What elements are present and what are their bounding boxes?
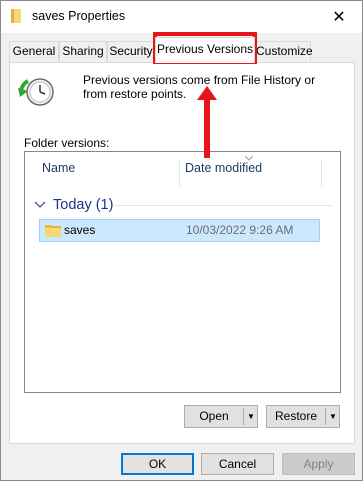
- up-arrow-annotation-icon: [197, 86, 217, 158]
- folder-versions-label: Folder versions:: [24, 136, 110, 150]
- tab-security[interactable]: Security: [107, 41, 155, 62]
- list-item[interactable]: saves 10/03/2022 9:26 AM: [39, 219, 320, 242]
- open-button-label: Open: [199, 409, 229, 423]
- close-button[interactable]: ✕: [316, 1, 362, 33]
- apply-button[interactable]: Apply: [282, 453, 355, 475]
- cancel-button-label: Cancel: [218, 457, 257, 471]
- tab-sharing[interactable]: Sharing: [59, 41, 107, 62]
- close-icon: ✕: [332, 9, 346, 26]
- item-date-modified: 10/03/2022 9:26 AM: [186, 223, 294, 237]
- title-bar: saves Properties ✕: [1, 1, 362, 33]
- dropdown-arrow-icon: ▼: [247, 412, 255, 421]
- column-divider[interactable]: [179, 160, 180, 187]
- restore-button-label: Restore: [274, 409, 318, 423]
- tab-label: Customize: [256, 44, 313, 58]
- properties-window: saves Properties ✕ General Sharing Secur…: [0, 0, 363, 481]
- group-divider: [115, 205, 333, 206]
- group-header-today[interactable]: Today (1): [33, 195, 113, 215]
- tab-label: Previous Versions: [156, 42, 254, 56]
- open-dropdown-button[interactable]: ▼: [244, 406, 258, 427]
- column-divider[interactable]: [321, 160, 322, 187]
- dropdown-arrow-icon: ▼: [329, 412, 337, 421]
- restore-button[interactable]: Restore: [267, 406, 325, 427]
- tab-previous-versions[interactable]: Previous Versions: [155, 37, 255, 63]
- restore-split-button[interactable]: Restore ▼: [266, 405, 340, 428]
- chevron-down-icon: [34, 201, 46, 208]
- clock-restore-icon: [18, 78, 54, 106]
- ok-button[interactable]: OK: [121, 453, 194, 475]
- folder-icon: [45, 225, 61, 237]
- tab-general[interactable]: General: [9, 41, 59, 62]
- open-split-button[interactable]: Open ▼: [184, 405, 258, 428]
- apply-button-label: Apply: [303, 457, 334, 471]
- folder-versions-list[interactable]: Name Date modified Today (1) saves 10/03…: [24, 151, 341, 393]
- tab-label: Security: [109, 44, 153, 58]
- tab-customize[interactable]: Customize: [255, 41, 313, 62]
- group-label: Today (1): [53, 197, 114, 213]
- ok-button-label: OK: [148, 457, 167, 471]
- column-header-name[interactable]: Name: [42, 161, 75, 187]
- tab-label: Sharing: [62, 44, 104, 58]
- open-button[interactable]: Open: [185, 406, 243, 427]
- restore-dropdown-button[interactable]: ▼: [326, 406, 340, 427]
- folder-icon: [11, 9, 21, 23]
- window-title: saves Properties: [32, 9, 126, 23]
- tab-label: General: [12, 44, 56, 58]
- item-name: saves: [64, 223, 96, 237]
- cancel-button[interactable]: Cancel: [201, 453, 274, 475]
- column-header-date-modified[interactable]: Date modified: [185, 161, 262, 187]
